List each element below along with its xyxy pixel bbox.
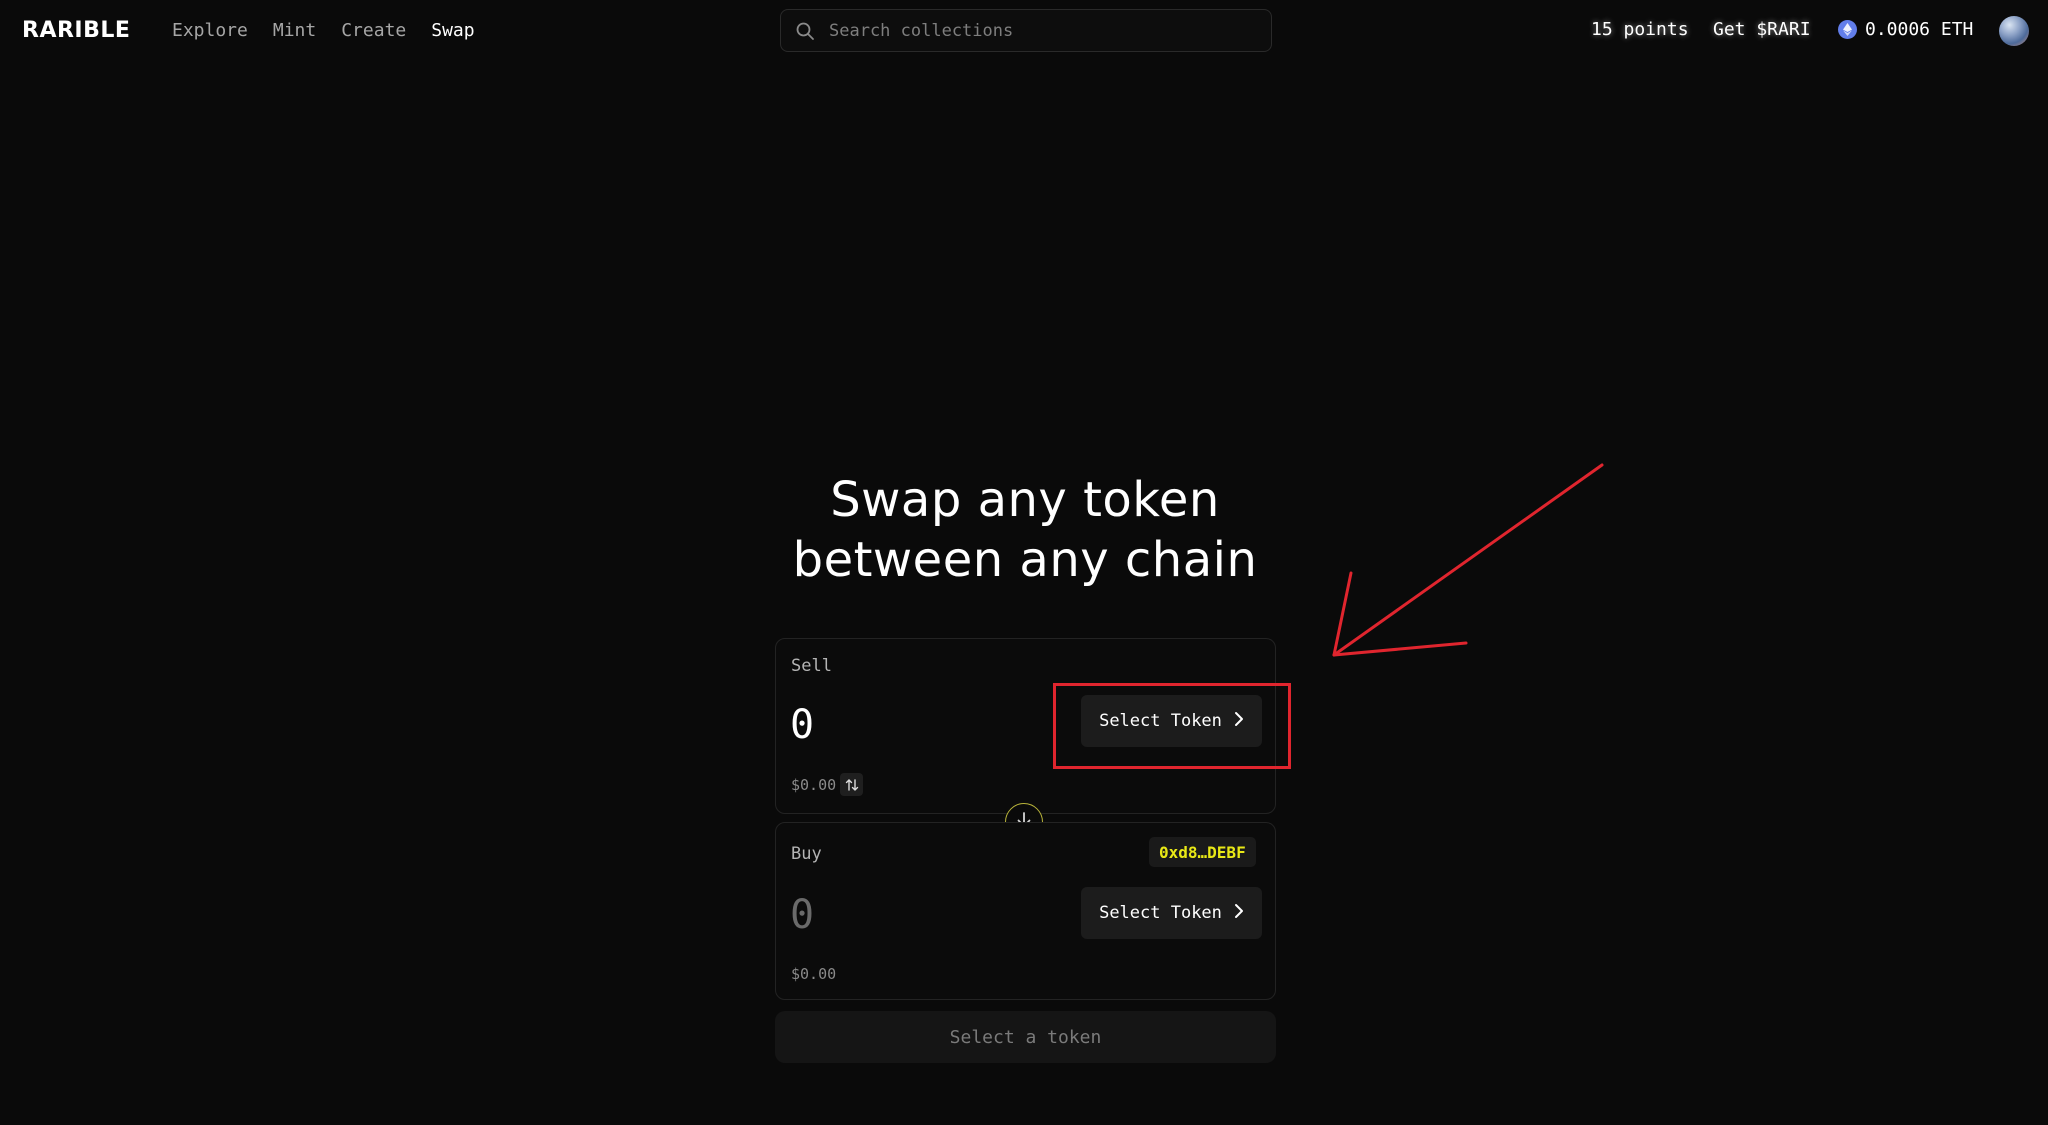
buy-usd-value: $0.00	[791, 965, 837, 983]
search-input[interactable]	[827, 19, 1271, 42]
recipient-address-badge[interactable]: 0xd8…DEBF	[1149, 837, 1256, 867]
buy-select-token-label: Select Token	[1099, 903, 1222, 923]
get-rari-link[interactable]: Get $RARI	[1713, 19, 1811, 40]
balance-text: 0.0006 ETH	[1865, 19, 1974, 40]
rarible-logo[interactable]: RARIBLE	[22, 18, 130, 44]
annotation-highlight-box	[1053, 683, 1291, 769]
nav-link-explore[interactable]: Explore	[172, 19, 248, 43]
avatar[interactable]	[1999, 16, 2029, 46]
sell-label: Sell	[791, 656, 832, 676]
page-title: Swap any token between any chain	[0, 470, 2048, 590]
nav-link-mint[interactable]: Mint	[273, 19, 316, 43]
buy-amount-input[interactable]: 0	[790, 893, 814, 937]
eth-icon	[1838, 20, 1857, 39]
page-title-line-2: between any chain	[792, 532, 1258, 588]
top-nav: RARIBLE Explore Mint Create Swap 15 poin…	[0, 0, 2048, 62]
nav-links: Explore Mint Create Swap	[172, 19, 475, 43]
buy-label: Buy	[791, 844, 822, 864]
sell-amount-input[interactable]: 0	[790, 703, 814, 747]
nav-link-swap[interactable]: Swap	[431, 19, 474, 43]
sell-usd-value: $0.00	[791, 776, 837, 794]
search-bar[interactable]	[780, 9, 1272, 52]
points-link[interactable]: 15 points	[1591, 19, 1689, 40]
select-a-token-button[interactable]: Select a token	[775, 1011, 1276, 1063]
swap-vertical-icon[interactable]	[840, 773, 863, 796]
buy-select-token-button[interactable]: Select Token	[1081, 887, 1262, 939]
annotation-arrow-icon	[1332, 463, 1604, 657]
buy-panel: Buy 0xd8…DEBF 0 $0.00 Select Token	[775, 822, 1276, 1000]
page-title-line-1: Swap any token	[830, 472, 1220, 528]
nav-link-create[interactable]: Create	[341, 19, 406, 43]
search-icon	[795, 21, 815, 41]
chevron-right-icon	[1234, 903, 1244, 924]
wallet-balance[interactable]: 0.0006 ETH	[1838, 19, 1973, 40]
